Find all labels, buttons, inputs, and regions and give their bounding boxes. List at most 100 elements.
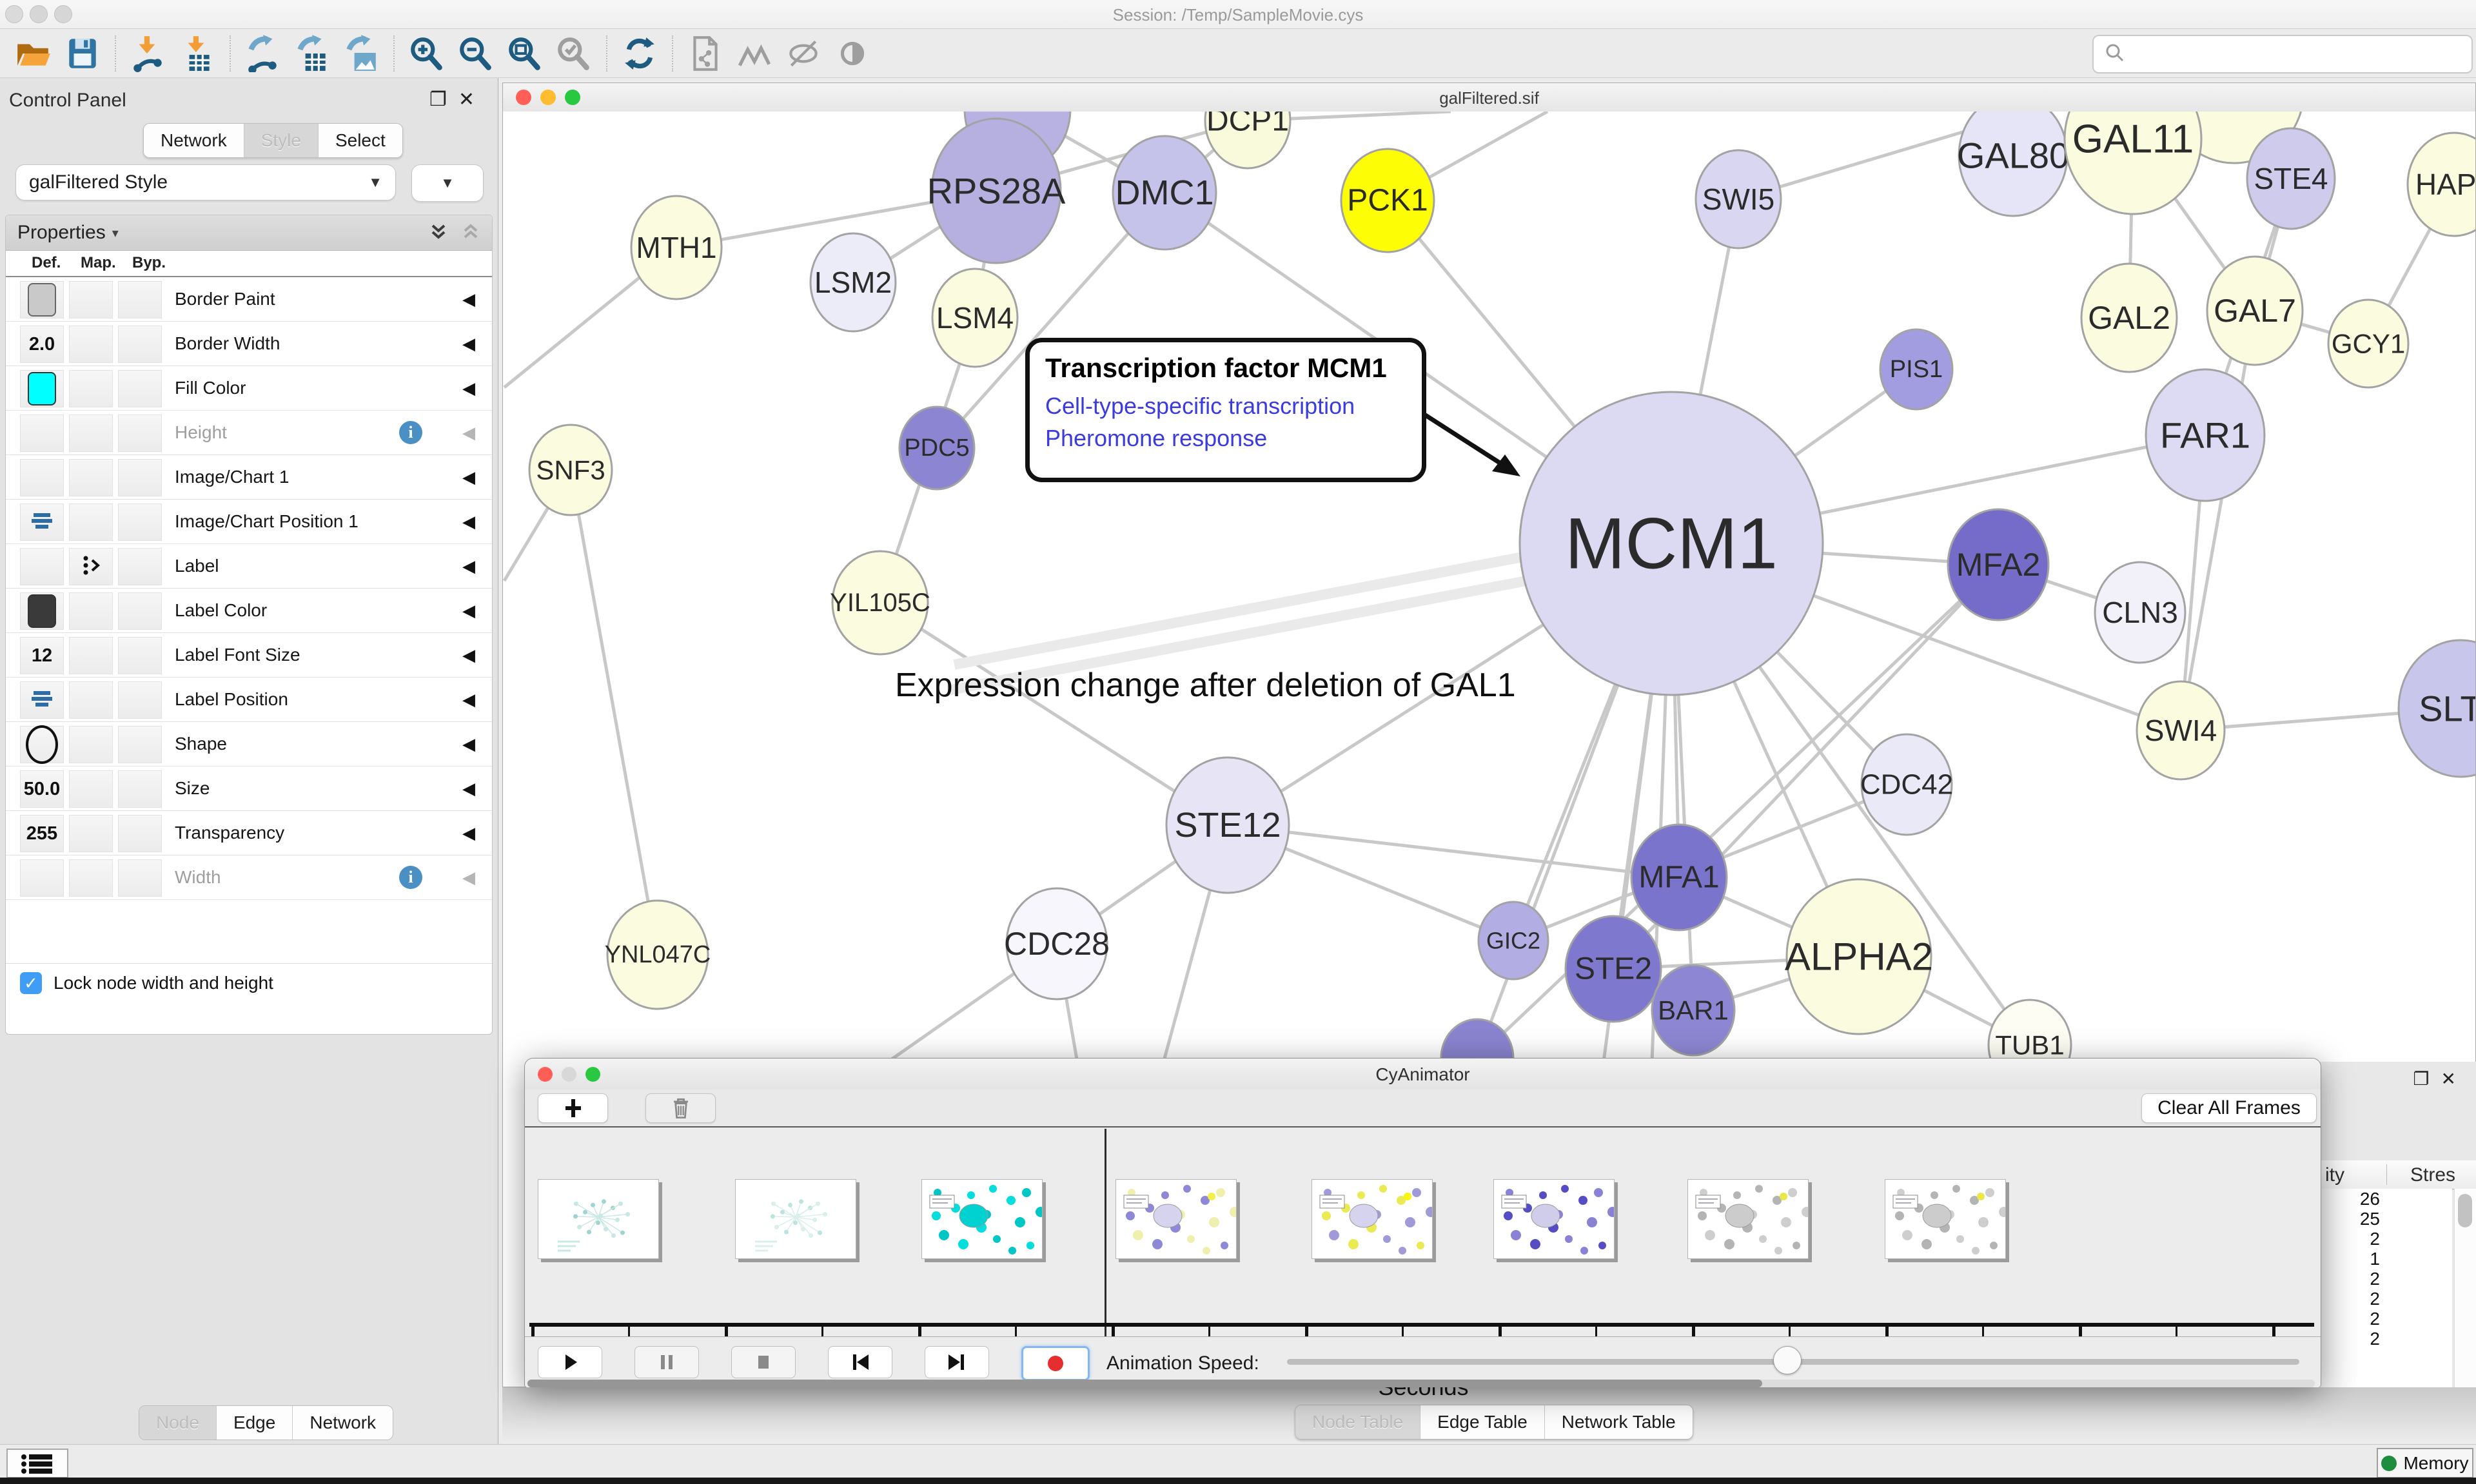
- expand-row-icon[interactable]: ◀: [462, 500, 475, 543]
- network-node-HAP[interactable]: HAP2: [2408, 133, 2475, 236]
- network-node-CLN3[interactable]: CLN3: [2095, 562, 2185, 663]
- zoom-fit-icon[interactable]: [504, 33, 545, 74]
- network-node-SWI5[interactable]: SWI5: [1696, 150, 1781, 248]
- network-node-STE4[interactable]: STE4: [2247, 128, 2335, 229]
- expand-row-icon[interactable]: ◀: [462, 633, 475, 677]
- annotation-box[interactable]: Transcription factor MCM1 Cell-type-spec…: [1025, 338, 1426, 482]
- network-node-STE2[interactable]: STE2: [1566, 916, 1661, 1022]
- property-row-size[interactable]: 50.0 Size ◀: [6, 766, 492, 811]
- property-row-image-chart-1[interactable]: Image/Chart 1 ◀: [6, 455, 492, 500]
- open-session-icon[interactable]: [13, 33, 54, 74]
- memory-button[interactable]: Memory: [2377, 1448, 2473, 1478]
- first-neighbors-icon[interactable]: [734, 33, 775, 74]
- show-panels-button[interactable]: [6, 1449, 68, 1478]
- expand-all-icon[interactable]: [427, 220, 449, 246]
- default-swatch[interactable]: [28, 594, 56, 628]
- show-graphics-icon[interactable]: [832, 33, 873, 74]
- annotation-link[interactable]: Pheromone response: [1045, 422, 1406, 454]
- search-input[interactable]: [2132, 43, 2471, 65]
- cyanimator-title-bar[interactable]: CyAnimator: [525, 1059, 2321, 1090]
- info-icon[interactable]: i: [399, 421, 422, 444]
- default-swatch[interactable]: [28, 372, 56, 405]
- table-row[interactable]: 2: [2320, 1309, 2452, 1329]
- frame-thumbnail-1[interactable]: [538, 1179, 659, 1259]
- info-icon[interactable]: i: [399, 866, 422, 889]
- float-panel-icon[interactable]: ❐: [2413, 1069, 2441, 1089]
- property-row-label[interactable]: Label ◀: [6, 544, 492, 589]
- expand-row-icon[interactable]: ◀: [462, 455, 475, 499]
- expand-row-icon[interactable]: ◀: [462, 766, 475, 810]
- lock-size-checkbox[interactable]: ✓: [20, 972, 42, 994]
- search-field[interactable]: [2092, 35, 2473, 73]
- network-node-YNL047C[interactable]: YNL047C: [605, 901, 711, 1009]
- table-row[interactable]: 2: [2320, 1229, 2452, 1249]
- column-divider[interactable]: [2386, 1164, 2387, 1185]
- network-node-YIL105C[interactable]: YIL105C: [830, 551, 930, 654]
- save-session-icon[interactable]: [62, 33, 103, 74]
- stop-button[interactable]: [731, 1346, 796, 1378]
- property-row-label-color[interactable]: Label Color ◀: [6, 589, 492, 633]
- network-node-GIC2[interactable]: GIC2: [1479, 902, 1548, 979]
- import-network-icon[interactable]: [128, 33, 169, 74]
- expand-row-icon[interactable]: ◀: [462, 366, 475, 410]
- go-to-end-button[interactable]: [925, 1346, 989, 1378]
- zoom-in-icon[interactable]: [406, 33, 447, 74]
- table-row[interactable]: 2: [2320, 1269, 2452, 1289]
- network-node-MFA1[interactable]: MFA1: [1631, 825, 1727, 930]
- expand-row-icon[interactable]: ◀: [462, 322, 475, 366]
- tab-node-table[interactable]: Node Table: [1295, 1405, 1420, 1439]
- column-header-centrality[interactable]: ity: [2325, 1164, 2344, 1186]
- property-row-border-width[interactable]: 2.0 Border Width ◀: [6, 322, 492, 366]
- style-selector[interactable]: galFiltered Style ▼: [15, 164, 396, 200]
- float-panel-icon[interactable]: ❐: [429, 89, 458, 110]
- slider-thumb[interactable]: [1773, 1346, 1802, 1374]
- network-window-title-bar[interactable]: galFiltered.sif: [503, 83, 2475, 112]
- collapse-all-icon[interactable]: [460, 220, 482, 246]
- record-button[interactable]: [1021, 1346, 1090, 1381]
- network-node-BAR1[interactable]: BAR1: [1652, 965, 1734, 1055]
- frame-thumbnail-7[interactable]: [1687, 1179, 1809, 1259]
- style-options-button[interactable]: ▼: [411, 164, 484, 202]
- property-row-height[interactable]: Height i ◀: [6, 411, 492, 455]
- tab-edge[interactable]: Edge: [217, 1406, 293, 1440]
- position-icon[interactable]: [31, 689, 53, 712]
- refresh-layout-icon[interactable]: [619, 33, 660, 74]
- network-node-GAL7[interactable]: GAL7: [2207, 257, 2303, 365]
- property-row-label-position[interactable]: Label Position ◀: [6, 678, 492, 722]
- default-value[interactable]: 255: [26, 823, 57, 845]
- table-row[interactable]: 1: [2320, 1249, 2452, 1269]
- default-value[interactable]: 50.0: [24, 779, 60, 800]
- scrollbar-thumb[interactable]: [527, 1380, 1762, 1387]
- expand-row-icon[interactable]: ◀: [462, 678, 475, 721]
- network-node-GAL80[interactable]: GAL80: [1957, 112, 2069, 216]
- scrollbar-thumb[interactable]: [2458, 1194, 2472, 1227]
- properties-header[interactable]: Properties ▾: [6, 215, 492, 251]
- property-row-label-font-size[interactable]: 12 Label Font Size ◀: [6, 633, 492, 678]
- network-node-SLT[interactable]: SLT2: [2399, 640, 2475, 777]
- hide-graphics-icon[interactable]: [783, 33, 824, 74]
- frame-thumbnail-8[interactable]: [1885, 1179, 2006, 1259]
- default-value[interactable]: 2.0: [29, 334, 55, 355]
- network-node-STE12[interactable]: STE12: [1166, 757, 1289, 893]
- position-icon[interactable]: [31, 511, 53, 534]
- property-row-width[interactable]: Width i ◀: [6, 855, 492, 900]
- expand-row-icon[interactable]: ◀: [462, 811, 475, 855]
- default-value[interactable]: 12: [32, 645, 52, 667]
- frame-thumbnail-6[interactable]: [1493, 1179, 1615, 1259]
- frame-thumbnail-3[interactable]: [921, 1179, 1043, 1259]
- expand-row-icon[interactable]: ◀: [462, 544, 475, 588]
- property-row-border-paint[interactable]: Border Paint ◀: [6, 277, 492, 322]
- network-node-PDC5[interactable]: PDC5: [899, 407, 974, 489]
- property-row-fill-color[interactable]: Fill Color ◀: [6, 366, 492, 411]
- discrete-mapping-icon[interactable]: [79, 554, 103, 580]
- close-panel-icon[interactable]: ✕: [2441, 1069, 2468, 1089]
- play-button[interactable]: [538, 1346, 602, 1378]
- table-scrollbar[interactable]: [2454, 1189, 2476, 1387]
- network-node-DCP1[interactable]: DCP1: [1205, 112, 1290, 168]
- frame-thumbnail-2[interactable]: [735, 1179, 856, 1259]
- export-image-icon[interactable]: [340, 33, 382, 74]
- annotation-link[interactable]: Cell-type-specific transcription: [1045, 390, 1406, 422]
- network-file-icon[interactable]: [685, 33, 726, 74]
- expand-row-icon[interactable]: ◀: [462, 589, 475, 632]
- tab-edge-table[interactable]: Edge Table: [1420, 1405, 1545, 1439]
